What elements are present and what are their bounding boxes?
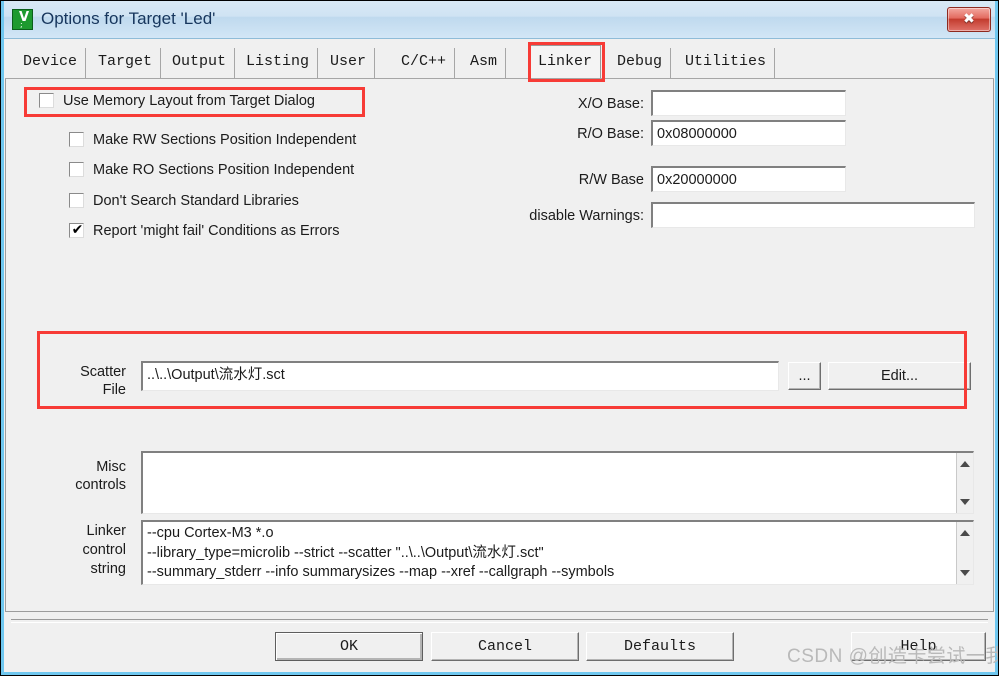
scatter-file-browse-button[interactable]: ... [788,362,821,390]
linker-control-label-line1: Linker [86,523,127,539]
tab-linker[interactable]: Linker [529,45,602,79]
tab-device[interactable]: Device [15,48,87,78]
scatter-file-label-line1: Scatter [80,364,126,380]
checkbox-box [39,93,54,108]
misc-controls-textarea[interactable] [141,451,974,514]
checkbox-label: Report 'might fail' Conditions as Errors [93,223,340,239]
xo-base-input[interactable] [651,90,846,116]
tab-utilities[interactable]: Utilities [677,48,776,78]
keil-uvision-icon: V; [12,9,33,30]
tab-strip: Device Target Output Listing User C/C++ … [5,42,994,80]
titlebar: V; Options for Target 'Led' ✖ [1,1,998,39]
scroll-up-icon[interactable] [960,461,970,467]
checkbox-label: Use Memory Layout from Target Dialog [63,93,315,109]
scroll-up-icon[interactable] [960,530,970,536]
misc-controls-label-line2: controls [75,477,126,493]
scatter-file-edit-button[interactable]: Edit... [828,362,971,390]
scroll-down-icon[interactable] [960,570,970,576]
csdn-watermark: CSDN @创造卡尝试一我 [787,646,999,667]
tab-listing[interactable]: Listing [238,48,319,78]
tab-debug[interactable]: Debug [609,48,672,78]
xo-base-label: X/O Base: [577,96,644,112]
linker-control-string-value: --cpu Cortex-M3 *.o --library_type=micro… [147,525,615,580]
scatter-file-input[interactable]: ..\..\Output\流水灯.sct [141,361,779,391]
rw-base-label: R/W Base [578,172,644,188]
options-dialog: V; Options for Target 'Led' ✖ Device Tar… [0,0,999,676]
cancel-button[interactable]: Cancel [431,632,579,661]
linker-control-label-line2: control [82,542,126,558]
defaults-button[interactable]: Defaults [586,632,734,661]
checkbox-box [69,132,84,147]
misc-controls-scrollbar[interactable] [956,453,973,513]
checkbox-label: Make RO Sections Position Independent [93,162,355,178]
ro-base-input[interactable]: 0x08000000 [651,120,846,146]
linker-control-scrollbar[interactable] [956,522,973,584]
linker-panel: Use Memory Layout from Target Dialog Mak… [5,79,994,612]
tab-target[interactable]: Target [90,48,162,78]
tab-c-cpp[interactable]: C/C++ [393,48,456,78]
close-icon: ✖ [963,11,975,27]
close-button[interactable]: ✖ [947,7,991,32]
scatter-file-label-line2: File [102,382,126,398]
scroll-down-icon[interactable] [960,499,970,505]
linker-control-label-line3: string [90,561,126,577]
linker-control-string-textarea[interactable]: --cpu Cortex-M3 *.o --library_type=micro… [141,520,974,585]
checkbox-label: Don't Search Standard Libraries [93,193,299,209]
ok-button[interactable]: OK [275,632,423,661]
disable-warnings-input[interactable] [651,202,975,228]
rw-base-input[interactable]: 0x20000000 [651,166,846,192]
tab-output[interactable]: Output [164,48,236,78]
disable-warnings-label: disable Warnings: [529,208,644,224]
window-title: Options for Target 'Led' [41,9,216,28]
tab-user[interactable]: User [322,48,376,78]
checkbox-box: ✔ [69,222,84,238]
footer-separator [11,619,988,623]
checkbox-box [69,162,84,177]
tab-asm[interactable]: Asm [462,48,507,78]
ro-base-label: R/O Base: [577,126,644,142]
checkbox-box [69,193,84,208]
misc-controls-label-line1: Misc [96,459,126,475]
checkbox-label: Make RW Sections Position Independent [93,132,357,148]
